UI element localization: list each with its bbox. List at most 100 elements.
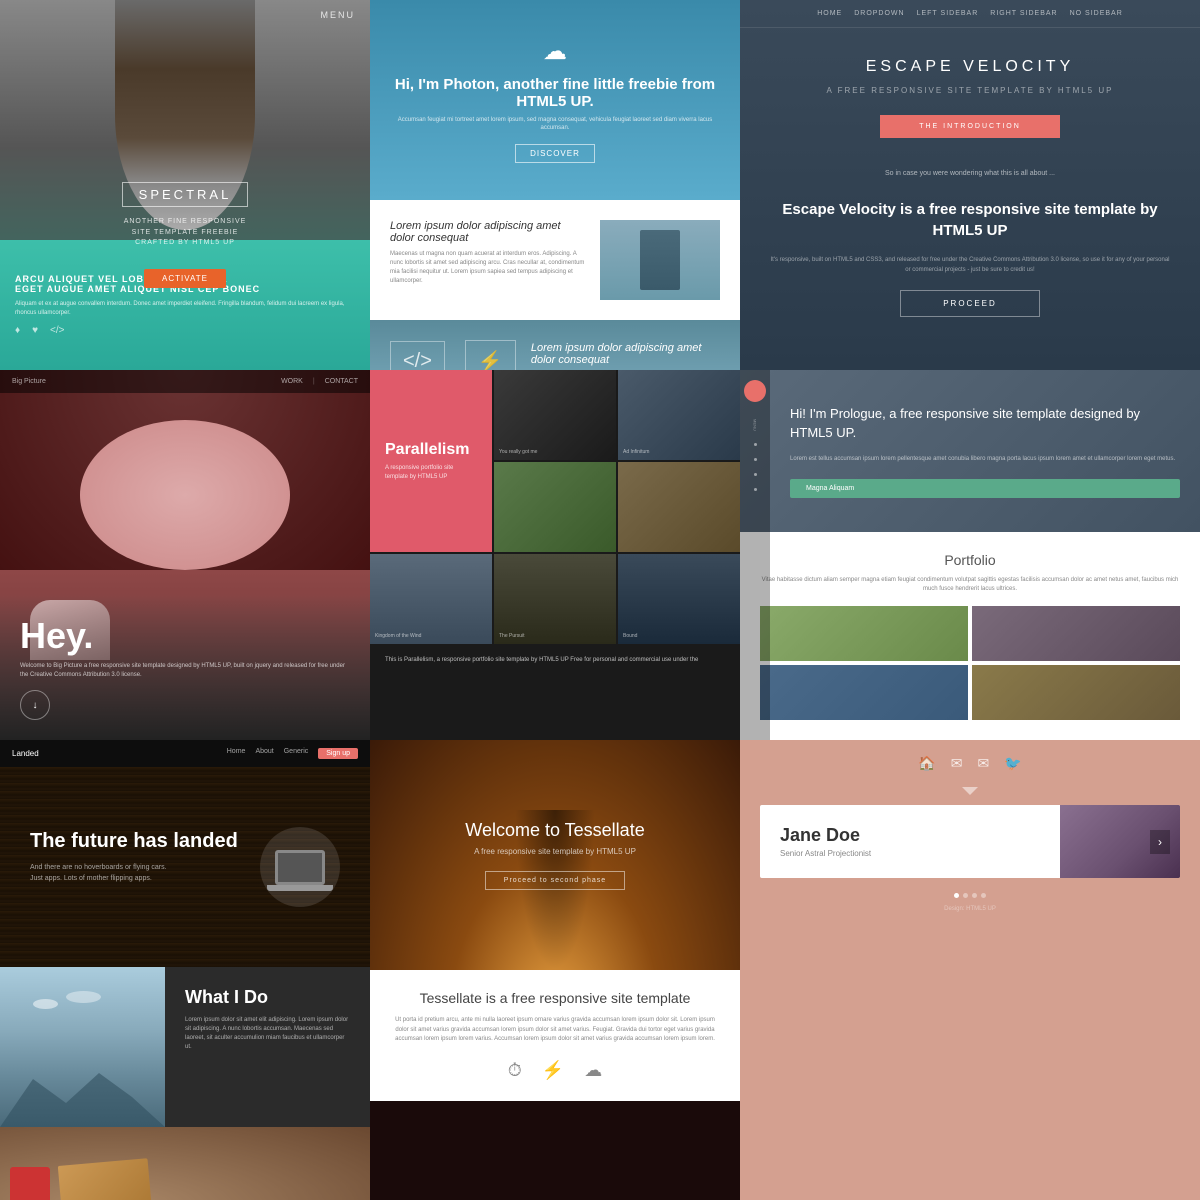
prologue-dot-4[interactable]	[754, 488, 757, 491]
prologue-avatar	[744, 380, 766, 402]
parallelism-title: Parallelism	[385, 441, 477, 459]
prologue-dot-1[interactable]	[754, 443, 757, 446]
escape-nav-left[interactable]: LEFT SIDEBAR	[917, 10, 979, 17]
astral-card: Jane Doe Senior Astral Projectionist ›	[760, 805, 1180, 878]
photon-icon-group: </> ⚡	[390, 340, 516, 370]
photon-image	[600, 220, 720, 300]
prologue-body: Lorem est tellus accumsan ipsum lorem pe…	[790, 455, 1180, 465]
photon-code-icon: </>	[390, 341, 445, 370]
escape-nav-home[interactable]: HOME	[817, 10, 842, 17]
landed-nav-home[interactable]: Home	[227, 748, 246, 759]
landed-hero: The future has landed And there are no h…	[0, 767, 370, 967]
tessellate-content-body: Ut porta id pretium arcu, ante mi nulla …	[390, 1016, 720, 1045]
astral-next-button[interactable]: ›	[1150, 830, 1170, 854]
bigpicture-panel: Big Picture WORK | CONTACT Hey. Welcome …	[0, 370, 370, 740]
astral-dot-4[interactable]	[981, 893, 986, 898]
astral-mail-icon-1[interactable]: ✉	[951, 755, 963, 772]
astral-dot-1[interactable]	[954, 893, 959, 898]
astral-dot-3[interactable]	[972, 893, 977, 898]
prologue-portfolio-body: Vitae habitasse dictum aliam semper magn…	[760, 576, 1180, 594]
parallelism-img-3	[494, 462, 616, 552]
parallelism-subtitle: A responsive portfolio site template by …	[385, 464, 477, 481]
escape-nav-dropdown[interactable]: DROPDOWN	[854, 10, 904, 17]
spectral-activate-button[interactable]: ACTIVATE	[144, 269, 226, 288]
bigpicture-hey-text: Hey.	[20, 615, 350, 657]
photon-discover-button[interactable]: DISCOVER	[515, 144, 595, 163]
photon-section2-heading: Lorem ipsum dolor adipiscing amet dolor …	[531, 342, 720, 366]
landed-logo: Landed	[12, 749, 39, 758]
tessellate-subtitle: A free responsive site template by HTML5…	[474, 847, 636, 856]
tessellate-clock-icon: ⏱	[508, 1060, 522, 1081]
escape-nav-right[interactable]: RIGHT SIDEBAR	[990, 10, 1057, 17]
prologue-portfolio-img-3[interactable]	[760, 665, 968, 720]
escape-nav-no[interactable]: NO SIDEBAR	[1070, 10, 1123, 17]
escape-proceed-button[interactable]: PROCEED	[900, 290, 1040, 317]
escape-panel: HOME DROPDOWN LEFT SIDEBAR RIGHT SIDEBAR…	[740, 0, 1200, 370]
prologue-title: Hi! I'm Prologue, a free responsive site…	[790, 404, 1180, 443]
landed-scene-image	[0, 967, 165, 1127]
escape-big-text: Escape Velocity is a free responsive sit…	[740, 199, 1200, 241]
tessellate-hero: Welcome to Tessellate A free responsive …	[370, 740, 740, 970]
landed-what-title: What I Do	[185, 987, 350, 1008]
astral-role: Senior Astral Projectionist	[780, 849, 1040, 858]
prologue-begin-button[interactable]: Magna Aliquam	[790, 479, 1180, 498]
parallelism-description: This is Parallelism, a responsive portfo…	[370, 646, 740, 675]
photon-section-heading: Lorem ipsum dolor adipiscing amet dolor …	[390, 220, 585, 244]
astral-dot-2[interactable]	[963, 893, 968, 898]
prologue-dot-2[interactable]	[754, 458, 757, 461]
spectral-icon-3: </>	[50, 325, 64, 336]
photon-hero: ☁ Hi, I'm Photon, another fine little fr…	[370, 0, 740, 200]
prologue-portfolio-img-2[interactable]	[972, 606, 1180, 661]
parallelism-title-cell: Parallelism A responsive portfolio site …	[370, 370, 492, 552]
landed-title: The future has landed	[30, 830, 260, 853]
prologue-portfolio-section: Portfolio Vitae habitasse dictum aliam s…	[740, 532, 1200, 740]
photon-panel: ☁ Hi, I'm Photon, another fine little fr…	[370, 0, 740, 370]
prologue-portfolio-img-4[interactable]	[972, 665, 1180, 720]
landed-whatido-content: What I Do Lorem ipsum dolor sit amet eli…	[165, 967, 370, 1127]
photon-bolt-icon: ⚡	[465, 340, 516, 370]
escape-intro-text: So in case you were wondering what this …	[740, 158, 1200, 189]
parallelism-img-4	[618, 462, 740, 552]
tessellate-icon-row: ⏱ ⚡ ☁	[390, 1060, 720, 1081]
spectral-title: SPECTRAL	[122, 182, 249, 207]
landed-subtitle: And there are no hoverboards or flying c…	[30, 863, 260, 884]
prologue-portfolio-img-1[interactable]	[760, 606, 968, 661]
parallelism-img-2: Ad Infinitum	[618, 370, 740, 460]
astral-chevron	[740, 787, 1200, 795]
photon-title: Hi, I'm Photon, another fine little free…	[390, 76, 720, 110]
bigpicture-nav: Big Picture WORK | CONTACT	[0, 370, 370, 393]
landed-nav-generic[interactable]: Generic	[284, 748, 309, 759]
bigpicture-nav-contact[interactable]: CONTACT	[325, 378, 358, 385]
bigpicture-logo: Big Picture	[12, 378, 46, 385]
landed-signup-button[interactable]: Sign up	[318, 748, 358, 759]
landed-laptop-icon	[260, 827, 340, 907]
photon-section-body: Maecenas ut magna non quam acuerat at in…	[390, 250, 585, 286]
prologue-panel: MENU Hi! I'm Prologue, a free responsive…	[740, 370, 1200, 740]
landed-nav-items: Home About Generic Sign up	[227, 748, 358, 759]
astral-panel: 🏠 ✉ ✉ 🐦 Jane Doe Senior Astral Projectio…	[740, 740, 1200, 1200]
bigpicture-nav-work[interactable]: WORK	[281, 378, 303, 385]
prologue-sidebar: MENU	[740, 370, 770, 740]
landed-nav-about[interactable]: About	[255, 748, 273, 759]
photon-text2-block: Lorem ipsum dolor adipiscing amet dolor …	[531, 342, 720, 370]
landed-nav: Landed Home About Generic Sign up	[0, 740, 370, 767]
astral-mail-icon-2[interactable]: ✉	[978, 755, 990, 772]
landed-desk-section	[0, 1127, 370, 1200]
bigpicture-overlay: Hey. Welcome to Big Picture a free respo…	[0, 595, 370, 740]
tessellate-bolt-icon: ⚡	[542, 1060, 564, 1081]
bigpicture-description: Welcome to Big Picture a free responsive…	[20, 662, 350, 680]
parallelism-img-1: You really got me	[494, 370, 616, 460]
tessellate-proceed-button[interactable]: Proceed to second phase	[485, 871, 625, 890]
photon-cloud-icon: ☁	[543, 37, 567, 66]
prologue-dot-3[interactable]	[754, 473, 757, 476]
parallelism-img-5: Kingdom of the Wind	[370, 554, 492, 644]
tessellate-title: Welcome to Tessellate	[465, 820, 644, 841]
astral-card-content: Jane Doe Senior Astral Projectionist	[760, 805, 1060, 878]
astral-home-icon[interactable]: 🏠	[918, 755, 935, 772]
astral-twitter-icon[interactable]: 🐦	[1004, 755, 1021, 772]
escape-subtitle: A FREE RESPONSIVE SITE TEMPLATE BY HTML5…	[740, 86, 1200, 95]
photon-image-person	[600, 220, 720, 300]
prologue-main-section: Hi! I'm Prologue, a free responsive site…	[770, 370, 1200, 532]
photon-text-block: Lorem ipsum dolor adipiscing amet dolor …	[390, 220, 585, 286]
spectral-menu: MENU	[321, 10, 356, 20]
